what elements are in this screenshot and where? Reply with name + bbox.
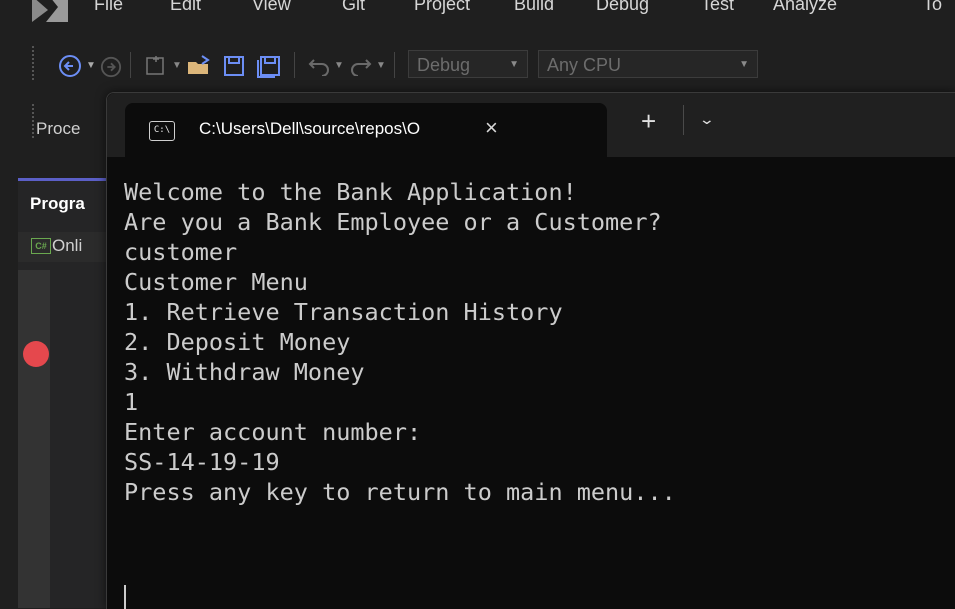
breakpoint-icon[interactable] <box>23 341 49 367</box>
csharp-file-icon: C# <box>31 238 51 254</box>
console-line: 1. Retrieve Transaction History <box>124 298 563 326</box>
new-project-icon[interactable] <box>144 54 168 78</box>
chevron-down-icon: ▼ <box>739 59 749 70</box>
terminal-tabbar: C:\ C:\Users\Dell\source\repos\O × + ⌄ <box>107 93 955 157</box>
solution-platform-dropdown[interactable]: Any CPU ▼ <box>538 50 758 78</box>
console-line: 1 <box>124 388 139 416</box>
toolbar-separator <box>394 52 395 78</box>
console-line: Welcome to the Bank Application! <box>124 178 577 206</box>
toolbar-grip[interactable] <box>32 46 40 80</box>
console-output[interactable]: Welcome to the Bank Application! Are you … <box>124 177 676 507</box>
vs-menubar: File Edit View Git Project Build Debug T… <box>0 0 955 36</box>
console-line: Are you a Bank Employee or a Customer? <box>124 208 662 236</box>
save-all-icon[interactable] <box>256 54 282 78</box>
menu-file[interactable]: File <box>94 0 123 15</box>
process-label: Proce <box>36 119 81 138</box>
close-icon[interactable]: × <box>485 115 498 141</box>
chevron-down-icon[interactable]: ▼ <box>86 60 96 71</box>
chevron-down-icon[interactable]: ▼ <box>334 60 344 71</box>
console-line: Press any key to return to main menu... <box>124 478 676 506</box>
panel-item-label[interactable]: Onli <box>52 236 82 256</box>
terminal-tab-title: C:\Users\Dell\source\repos\O <box>199 119 421 138</box>
console-line: Enter account number: <box>124 418 422 446</box>
navigate-back-icon[interactable] <box>58 54 82 78</box>
console-line: customer <box>124 238 238 266</box>
terminal-window: C:\ C:\Users\Dell\source\repos\O × + ⌄ W… <box>106 92 955 609</box>
visual-studio-logo-icon <box>32 0 68 22</box>
open-folder-icon[interactable] <box>186 54 212 78</box>
save-icon[interactable] <box>222 54 246 78</box>
vs-toolbar: ▼ ▼ ▼ ▼ Debug ▼ Any CPU ▼ <box>0 36 955 96</box>
menu-tools[interactable]: To <box>923 0 942 15</box>
menu-edit[interactable]: Edit <box>170 0 201 15</box>
chevron-down-icon[interactable]: ▼ <box>376 60 386 71</box>
solution-platform-value: Any CPU <box>547 55 622 75</box>
chevron-down-icon[interactable]: ▼ <box>172 60 182 71</box>
terminal-tab-active[interactable]: C:\ C:\Users\Dell\source\repos\O × <box>125 103 607 157</box>
chevron-down-icon[interactable]: ⌄ <box>699 111 715 128</box>
menu-git[interactable]: Git <box>342 0 365 15</box>
console-line: 3. Withdraw Money <box>124 358 365 386</box>
toolbar-separator <box>294 52 295 78</box>
console-line: 2. Deposit Money <box>124 328 351 356</box>
toolbar-separator <box>130 52 131 78</box>
console-line: Customer Menu <box>124 268 308 296</box>
solution-configuration-dropdown[interactable]: Debug ▼ <box>408 50 528 78</box>
solution-configuration-value: Debug <box>417 55 471 75</box>
chevron-down-icon: ▼ <box>509 59 519 70</box>
navigate-forward-icon[interactable] <box>100 56 122 78</box>
redo-icon[interactable] <box>350 56 372 76</box>
console-icon: C:\ <box>149 121 175 141</box>
panel-tab-title[interactable]: Progra <box>30 194 85 214</box>
new-tab-button[interactable]: + <box>641 108 656 134</box>
console-line: SS-14-19-19 <box>124 448 280 476</box>
undo-icon[interactable] <box>308 56 330 76</box>
menu-project[interactable]: Project <box>414 0 470 15</box>
editor-gutter[interactable] <box>18 270 50 608</box>
menu-analyze[interactable]: Analyze <box>773 0 837 15</box>
panel-active-accent <box>18 178 118 181</box>
tabbar-divider <box>683 105 684 135</box>
menu-debug[interactable]: Debug <box>596 0 649 15</box>
text-cursor <box>124 585 126 609</box>
menu-build[interactable]: Build <box>514 0 554 15</box>
menu-view[interactable]: View <box>252 0 291 15</box>
menu-test[interactable]: Test <box>701 0 734 15</box>
